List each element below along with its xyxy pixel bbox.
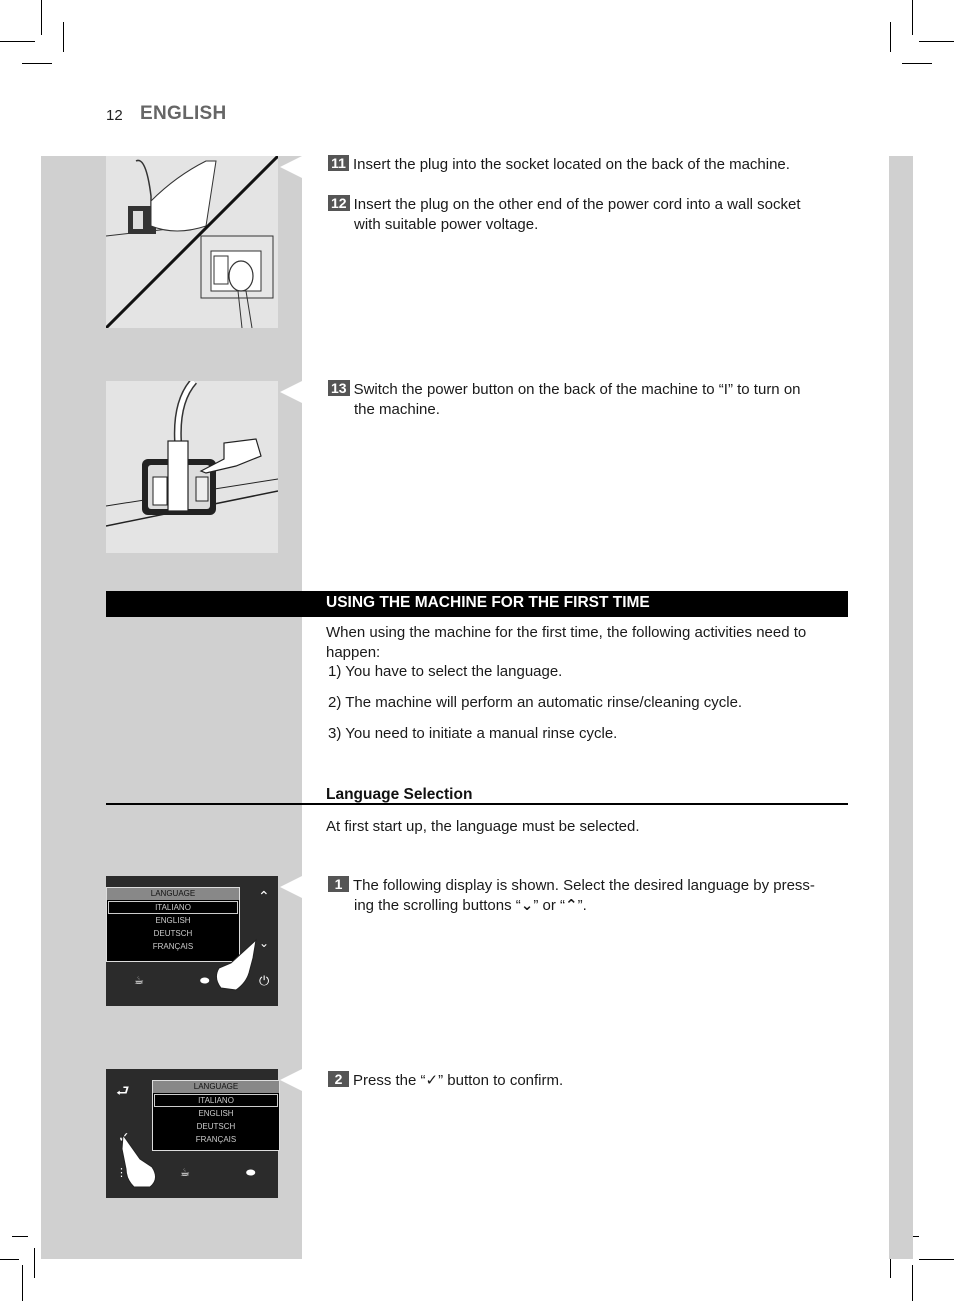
crop-mark (63, 22, 64, 52)
step-number: 2 (328, 1071, 349, 1087)
crop-mark (12, 1236, 28, 1237)
text-fragment: Press the “ (353, 1072, 426, 1089)
language-menu: LANGUAGE ITALIANO ENGLISH DEUTSCH FRANÇA… (152, 1080, 280, 1151)
menu-option-selected: ITALIANO (108, 901, 238, 914)
plug-insert-drawing (106, 156, 278, 328)
crop-mark (34, 1248, 35, 1278)
back-icon: ⮐ (116, 1083, 130, 1100)
text-fragment: ing the scrolling buttons “ (354, 896, 521, 914)
text-fragment: ” button to confirm. (438, 1072, 564, 1089)
display-illustration-2: LANGUAGE ITALIANO ENGLISH DEUTSCH FRANÇA… (106, 1069, 280, 1198)
step-number: 1 (328, 876, 349, 892)
illustration-power-switch (106, 381, 278, 553)
coffee-bean-icon: ⬬ (200, 975, 210, 987)
right-margin-tab (889, 156, 913, 1259)
step-number: 13 (328, 380, 350, 396)
language-heading: ENGLISH (140, 103, 227, 124)
section-header-bar: USING THE MACHINE FOR THE FIRST TIME (106, 591, 848, 617)
activity-item-1: 1) You have to select the language. (328, 663, 563, 680)
page-number: 12 (106, 107, 123, 124)
language-step-2: 2 Press the “✓” button to confirm. (328, 1071, 563, 1091)
menu-option: DEUTSCH (196, 1122, 236, 1131)
illustration-plug-insert (106, 156, 278, 328)
step-text-line1: Switch the power button on the back of t… (353, 381, 801, 398)
menu-option: FRANÇAIS (195, 1135, 237, 1144)
intro-line1: When using the machine for the first tim… (326, 624, 807, 641)
illustration-pointer (280, 876, 302, 898)
crop-mark (41, 0, 42, 35)
display-illustration-1: LANGUAGE ITALIANO ENGLISH DEUTSCH FRANÇA… (106, 876, 278, 1006)
menu-option-selected: ITALIANO (154, 1094, 278, 1107)
step-text-line1: The following display is shown. Select t… (353, 877, 815, 894)
step-text-line1: Insert the plug on the other end of the … (353, 196, 801, 213)
step-number: 12 (328, 195, 350, 211)
menu-option: ENGLISH (155, 916, 191, 925)
crop-mark (919, 1259, 954, 1260)
text-fragment: ” or “ (533, 896, 566, 914)
language-intro: At first start up, the language must be … (326, 818, 640, 835)
power-switch-drawing (106, 381, 278, 527)
special-coffee-icon: ☕ (134, 975, 144, 987)
crop-mark (912, 0, 913, 35)
crop-mark (890, 22, 891, 52)
crop-mark (0, 41, 35, 42)
step-text-line2: ing the scrolling buttons “⌄” or “⌃”. (328, 896, 815, 916)
crop-mark (919, 41, 954, 42)
language-step-1: 1 The following display is shown. Select … (328, 876, 815, 915)
up-arrow-icon: ⌃ (565, 896, 578, 914)
pointing-hand-icon (215, 938, 257, 991)
menu-header: LANGUAGE (153, 1081, 279, 1093)
crop-mark (912, 1265, 913, 1301)
step-11: 11 Insert the plug into the socket locate… (328, 155, 790, 175)
illustration-pointer (280, 381, 302, 403)
illustration-pointer (280, 156, 302, 178)
crop-mark (22, 1265, 23, 1301)
menu-option: ENGLISH (198, 1109, 234, 1118)
coffee-bean-icon: ⬬ (246, 1167, 256, 1179)
pointing-hand-icon (121, 1133, 156, 1188)
crop-mark (902, 63, 932, 64)
illustration-pointer (280, 1069, 302, 1091)
crop-mark (0, 1259, 19, 1260)
special-coffee-icon: ☕ (180, 1167, 190, 1179)
menu-header: LANGUAGE (107, 888, 239, 900)
activity-item-2: 2) The machine will perform an automatic… (328, 694, 743, 711)
activity-item-3: 3) You need to initiate a manual rinse c… (328, 725, 618, 742)
step-12: 12 Insert the plug on the other end of th… (328, 195, 801, 234)
section-title: USING THE MACHINE FOR THE FIRST TIME (326, 594, 650, 611)
intro-line2: happen: (326, 643, 381, 661)
step-text-line2: with suitable power voltage. (354, 215, 539, 233)
heading-rule (106, 803, 848, 805)
language-selection-heading: Language Selection (326, 786, 473, 803)
step-text-line2: the machine. (354, 400, 440, 418)
step-number: 11 (328, 155, 349, 171)
text-fragment: ”. (577, 896, 587, 914)
down-arrow-icon: ⌄ (520, 896, 534, 914)
section-intro: When using the machine for the first tim… (326, 623, 806, 662)
step-13: 13 Switch the power button on the back of… (328, 380, 801, 419)
up-arrow-icon: ⌃ (258, 888, 270, 904)
step-text: Insert the plug into the socket located … (353, 156, 790, 173)
crop-mark (22, 63, 52, 64)
check-icon: ✓ (425, 1072, 439, 1089)
